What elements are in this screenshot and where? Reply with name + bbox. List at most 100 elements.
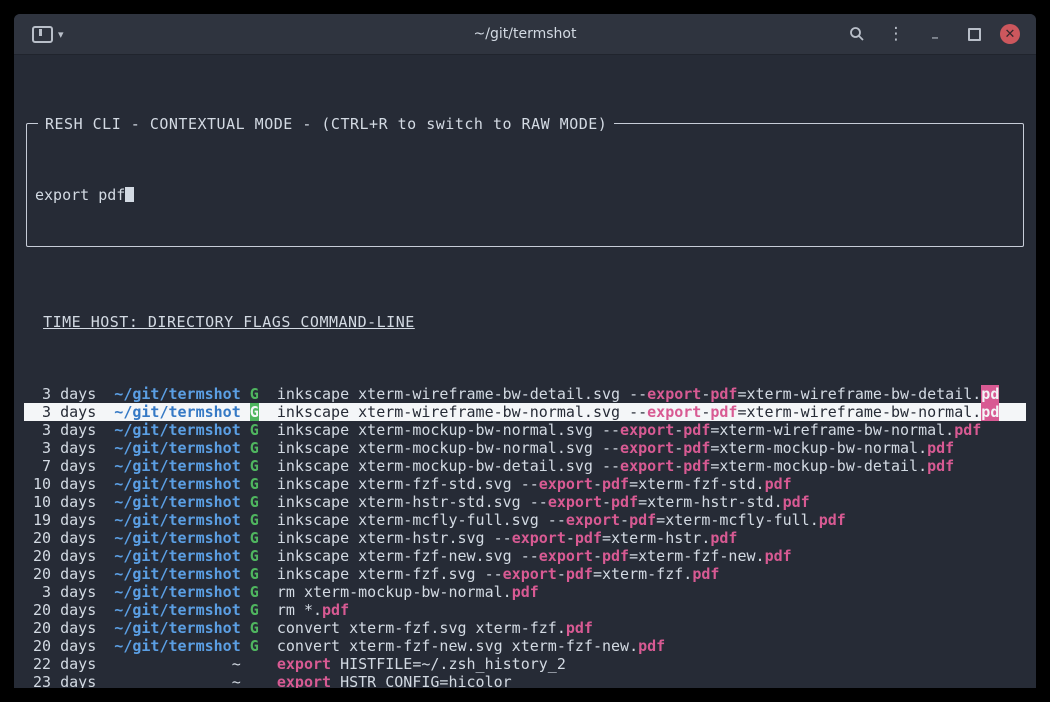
- row-segment: G: [250, 457, 259, 475]
- new-tab-button[interactable]: ▾: [32, 26, 64, 43]
- row-segment: [259, 547, 277, 565]
- row-segment: =xterm-wireframe-bw-detail.: [737, 385, 981, 403]
- history-row[interactable]: 20 days ~/git/termshot G inkscape xterm-…: [24, 547, 1026, 565]
- search-button[interactable]: [844, 21, 870, 47]
- row-segment: 7 days: [24, 457, 105, 475]
- row-segment: G: [250, 421, 259, 439]
- row-segment: pdf: [683, 457, 710, 475]
- row-segment: ~/git/termshot: [105, 475, 240, 493]
- row-segment: pdf: [322, 601, 349, 619]
- row-segment: [259, 439, 277, 457]
- header-columns-label: TIME HOST: DIRECTORY FLAGS COMMAND-LINE: [43, 313, 415, 331]
- search-query-input[interactable]: export pdf: [27, 178, 1023, 210]
- row-segment: export: [620, 439, 674, 457]
- history-row[interactable]: 3 days ~/git/termshot G inkscape xterm-w…: [24, 385, 1026, 403]
- terminal-window: ▾ ~/git/termshot ⋮ – ✕: [14, 14, 1036, 688]
- history-row[interactable]: 20 days ~/git/termshot G convert xterm-f…: [24, 619, 1026, 637]
- row-segment: [241, 619, 250, 637]
- row-segment: [259, 529, 277, 547]
- close-button[interactable]: ✕: [1000, 24, 1020, 44]
- row-segment: 20 days: [24, 565, 105, 583]
- row-segment: [241, 637, 250, 655]
- row-segment: pdf: [512, 583, 539, 601]
- row-segment: [259, 511, 277, 529]
- history-row[interactable]: 22 days ~ export HISTFILE=~/.zsh_history…: [24, 655, 1026, 673]
- history-row[interactable]: 20 days ~/git/termshot G convert xterm-f…: [24, 637, 1026, 655]
- row-segment: pdf: [765, 547, 792, 565]
- row-segment: 19 days: [24, 511, 105, 529]
- row-segment: [259, 601, 277, 619]
- row-segment: pdf: [683, 439, 710, 457]
- row-segment: =xterm-fzf-new.: [629, 547, 764, 565]
- row-segment: ~/git/termshot: [105, 583, 240, 601]
- row-segment: inkscape xterm-fzf-new.svg --: [277, 547, 539, 565]
- row-segment: ~/git/termshot: [105, 619, 240, 637]
- row-segment: G: [250, 385, 259, 403]
- search-query-text: export pdf: [35, 186, 125, 204]
- history-row[interactable]: 19 days ~/git/termshot G inkscape xterm-…: [24, 511, 1026, 529]
- history-row[interactable]: 20 days ~/git/termshot G rm *.pdf: [24, 601, 1026, 619]
- row-segment: pdf: [954, 421, 981, 439]
- row-segment: -: [674, 439, 683, 457]
- row-segment: 23 days: [24, 673, 105, 688]
- row-segment: G: [250, 637, 259, 655]
- row-segment: =xterm-wireframe-bw-normal.: [737, 403, 981, 421]
- row-segment: inkscape xterm-mockup-bw-normal.svg --: [277, 421, 620, 439]
- new-tab-icon: [32, 26, 53, 43]
- minimize-button[interactable]: –: [922, 18, 948, 50]
- row-segment: 10 days: [24, 475, 105, 493]
- resh-search-box: RESH CLI - CONTEXTUAL MODE - (CTRL+R to …: [26, 123, 1024, 247]
- row-segment: ~/git/termshot: [105, 601, 240, 619]
- row-segment: HISTFILE=~/.zsh_history_2: [331, 655, 566, 673]
- row-segment: 3 days: [24, 439, 105, 457]
- row-segment: pdf: [710, 385, 737, 403]
- row-segment: rm *.: [277, 601, 322, 619]
- resh-mode-title: RESH CLI - CONTEXTUAL MODE - (CTRL+R to …: [38, 115, 614, 133]
- row-segment: pdf: [819, 511, 846, 529]
- row-segment: pdf: [683, 421, 710, 439]
- row-segment: [241, 511, 250, 529]
- row-segment: pdf: [629, 511, 656, 529]
- row-segment: 20 days: [24, 601, 105, 619]
- row-segment: ~/git/termshot: [105, 403, 240, 421]
- row-segment: pd: [981, 385, 999, 403]
- history-row[interactable]: 23 days ~ export HSTR_CONFIG=hicolor: [24, 673, 1026, 688]
- history-row[interactable]: 20 days ~/git/termshot G inkscape xterm-…: [24, 565, 1026, 583]
- row-segment: ~/git/termshot: [105, 511, 240, 529]
- titlebar: ▾ ~/git/termshot ⋮ – ✕: [14, 14, 1036, 55]
- row-segment: export: [539, 547, 593, 565]
- row-segment: export: [539, 475, 593, 493]
- history-row[interactable]: 3 days ~/git/termshot G inkscape xterm-m…: [24, 439, 1026, 457]
- row-segment: inkscape xterm-fzf-std.svg --: [277, 475, 539, 493]
- row-segment: [259, 457, 277, 475]
- history-row[interactable]: 10 days ~/git/termshot G inkscape xterm-…: [24, 493, 1026, 511]
- row-segment: pdf: [566, 619, 593, 637]
- row-segment: pdf: [692, 565, 719, 583]
- row-segment: -: [701, 403, 710, 421]
- minimize-icon: –: [931, 28, 939, 46]
- row-segment: [241, 565, 250, 583]
- history-row[interactable]: 10 days ~/git/termshot G inkscape xterm-…: [24, 475, 1026, 493]
- row-segment: ~/git/termshot: [105, 547, 240, 565]
- row-segment: pdf: [575, 529, 602, 547]
- history-row[interactable]: 20 days ~/git/termshot G inkscape xterm-…: [24, 529, 1026, 547]
- row-segment: ~/git/termshot: [105, 529, 240, 547]
- titlebar-right: ⋮ – ✕: [831, 18, 1036, 50]
- menu-button[interactable]: ⋮: [883, 21, 909, 47]
- row-segment: 20 days: [24, 637, 105, 655]
- row-segment: G: [250, 511, 259, 529]
- terminal-content: RESH CLI - CONTEXTUAL MODE - (CTRL+R to …: [14, 55, 1036, 688]
- history-row[interactable]: 3 days ~/git/termshot G rm xterm-mockup-…: [24, 583, 1026, 601]
- row-segment: G: [250, 619, 259, 637]
- row-segment: [259, 475, 277, 493]
- history-row[interactable]: 3 days ~/git/termshot G inkscape xterm-m…: [24, 421, 1026, 439]
- row-segment: -: [674, 421, 683, 439]
- row-segment: G: [250, 601, 259, 619]
- restore-button[interactable]: [961, 21, 987, 47]
- row-segment: export: [620, 421, 674, 439]
- history-row-selected[interactable]: 3 days ~/git/termshot G inkscape xterm-w…: [24, 403, 1026, 421]
- row-segment: rm xterm-mockup-bw-normal.: [277, 583, 512, 601]
- row-segment: inkscape xterm-mockup-bw-detail.svg --: [277, 457, 620, 475]
- history-row[interactable]: 7 days ~/git/termshot G inkscape xterm-m…: [24, 457, 1026, 475]
- row-segment: inkscape xterm-fzf.svg --: [277, 565, 503, 583]
